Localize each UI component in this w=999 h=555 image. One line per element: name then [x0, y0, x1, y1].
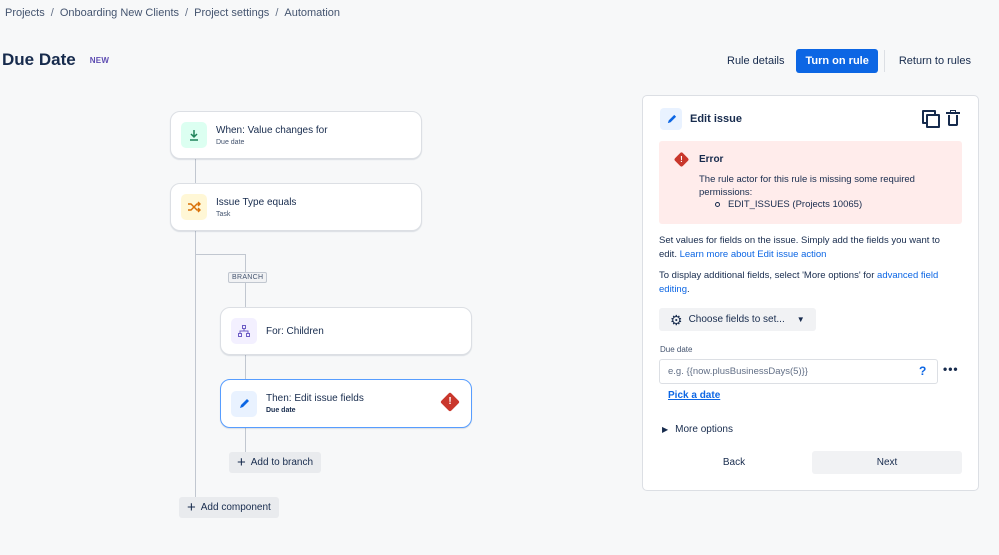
edit-issue-panel: Edit issue ! Error The rule actor for th… [642, 95, 979, 491]
plus-icon: + [237, 454, 246, 471]
rule-details-button[interactable]: Rule details [719, 49, 792, 73]
panel-actions [922, 110, 960, 128]
connector-line [245, 355, 246, 379]
add-component-label: Add component [200, 502, 271, 513]
error-title: Error [699, 154, 724, 165]
chevron-down-icon: ▼ [796, 315, 805, 324]
add-to-branch-button[interactable]: + Add to branch [229, 452, 322, 473]
condition-sub: Task [216, 210, 231, 218]
bullet-icon [715, 202, 720, 207]
new-badge: NEW [89, 55, 110, 65]
trigger-sub: Due date [216, 138, 245, 146]
chevron-right-icon: ▶ [662, 425, 669, 434]
breadcrumb-separator: / [275, 7, 279, 19]
gear-icon: ⚙ [670, 311, 683, 328]
description: Set values for fields on the issue. Simp… [659, 234, 959, 262]
pick-date-link[interactable]: Pick a date [668, 390, 720, 401]
condition-card[interactable]: Issue Type equals Task [170, 183, 422, 231]
branch-tag: BRANCH [228, 272, 268, 283]
top-actions: Rule details Turn on rule Return to rule… [719, 49, 979, 73]
breadcrumb-separator: / [185, 7, 189, 19]
trigger-card[interactable]: When: Value changes for Due date [170, 111, 422, 159]
error-icon: ! [673, 151, 690, 168]
connector-line [195, 231, 196, 498]
title-row: Due Date NEW [2, 50, 109, 70]
plus-icon: + [187, 499, 196, 516]
advanced-description: To display additional fields, select 'Mo… [659, 269, 959, 297]
add-to-branch-label: Add to branch [250, 457, 314, 468]
advanced-end: . [687, 284, 690, 295]
due-date-input[interactable] [659, 359, 938, 384]
error-list-item: EDIT_ISSUES (Projects 10065) [715, 199, 862, 210]
choose-fields-label: Choose fields to set... [688, 314, 785, 325]
connector-line [195, 254, 246, 255]
trigger-label: When: Value changes for [216, 124, 328, 136]
breadcrumb-project-settings[interactable]: Project settings [194, 7, 269, 19]
branch-card[interactable]: For: Children [220, 307, 472, 355]
learn-more-link[interactable]: Learn more about Edit issue action [680, 249, 827, 260]
panel-header: Edit issue [660, 108, 742, 130]
breadcrumb: Projects / Onboarding New Clients / Proj… [5, 7, 340, 19]
page-title: Due Date [2, 50, 76, 69]
action-sub: Due date [266, 407, 296, 414]
more-options-toggle[interactable]: ▶ More options [662, 424, 733, 435]
return-to-rules-button[interactable]: Return to rules [891, 49, 979, 73]
connector-line [245, 428, 246, 452]
trash-icon[interactable] [946, 110, 960, 126]
advanced-text: To display additional fields, select 'Mo… [659, 270, 878, 281]
branch-label: For: Children [266, 325, 324, 337]
breadcrumb-automation[interactable]: Automation [284, 7, 340, 19]
error-permission: EDIT_ISSUES (Projects 10065) [728, 199, 863, 210]
next-button[interactable]: Next [812, 451, 962, 474]
due-date-label: Due date [660, 345, 693, 354]
hierarchy-icon [231, 318, 257, 344]
back-button[interactable]: Back [659, 451, 809, 474]
pencil-icon [660, 108, 682, 130]
breadcrumb-project[interactable]: Onboarding New Clients [60, 7, 179, 19]
panel-title: Edit issue [690, 113, 742, 125]
action-label: Then: Edit issue fields [266, 393, 364, 404]
breadcrumb-separator: / [50, 7, 54, 19]
choose-fields-button[interactable]: ⚙ Choose fields to set... ▼ [659, 308, 816, 331]
breadcrumb-projects[interactable]: Projects [5, 7, 45, 19]
error-icon: ! [440, 392, 460, 412]
shuffle-icon [181, 194, 207, 220]
error-text: The rule actor for this rule is missing … [699, 174, 915, 198]
copy-icon[interactable] [922, 110, 940, 128]
condition-label: Issue Type equals [216, 196, 297, 208]
help-icon[interactable]: ? [919, 364, 926, 378]
field-change-icon [181, 122, 207, 148]
add-component-button[interactable]: + Add component [179, 497, 279, 518]
action-card[interactable]: Then: Edit issue fields Due date ! [220, 379, 472, 428]
error-message: ! Error The rule actor for this rule is … [659, 141, 962, 224]
divider [883, 50, 885, 72]
connector-line [195, 159, 196, 183]
more-options-label: More options [675, 424, 733, 435]
turn-on-rule-button[interactable]: Turn on rule [796, 49, 878, 73]
pencil-icon [231, 390, 257, 417]
more-icon[interactable]: ••• [943, 362, 959, 376]
